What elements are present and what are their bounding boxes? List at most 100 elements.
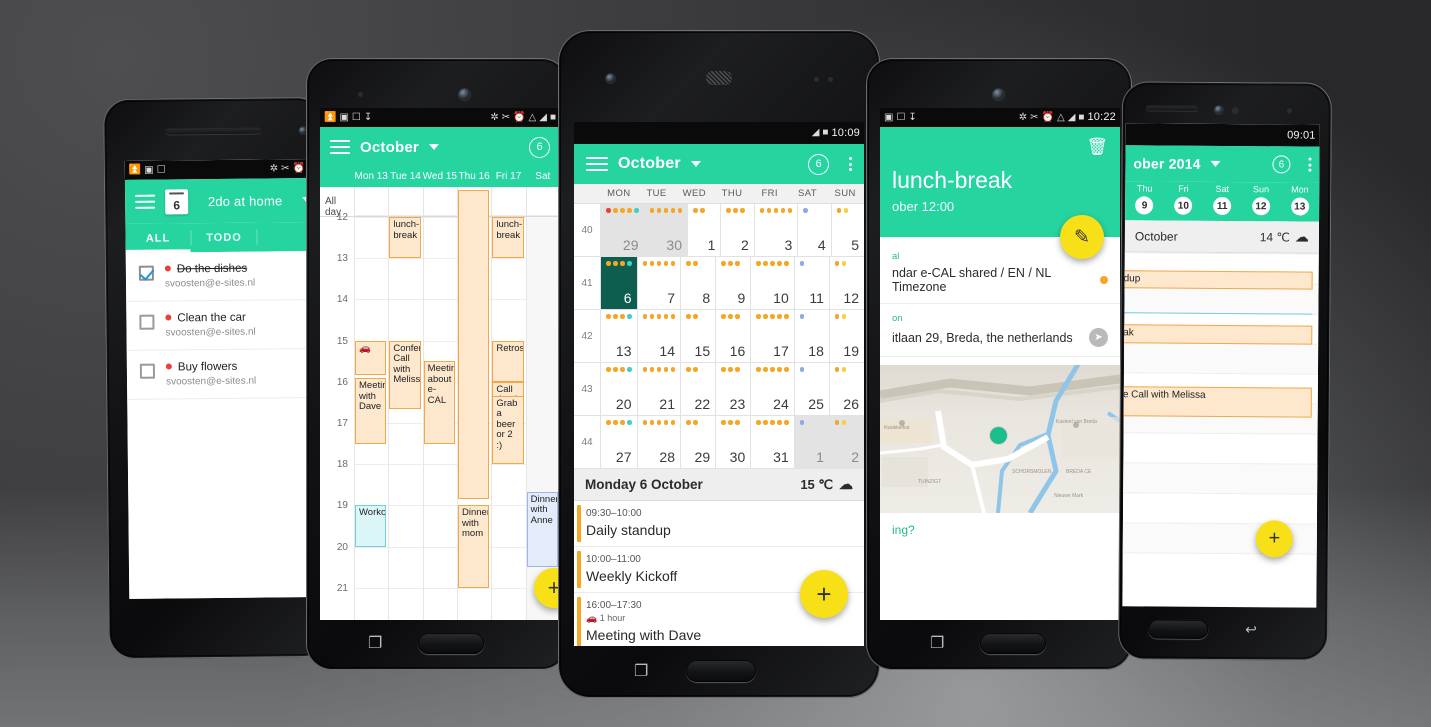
day-event[interactable]: ak — [1122, 324, 1313, 345]
list-item[interactable]: Buy flowers svoosten@e-sites.nl — [126, 348, 325, 400]
month-day-cell[interactable]: 1 — [687, 204, 720, 256]
add-event-fab[interactable]: + — [1255, 520, 1293, 558]
month-day-cell[interactable]: 3 — [753, 204, 798, 256]
month-day-cell[interactable]: 30 — [715, 416, 750, 468]
week-event[interactable]: Retrospective — [492, 340, 524, 382]
week-event[interactable]: Dinner with mom — [458, 505, 490, 588]
month-day-cell[interactable]: 27 — [600, 416, 637, 468]
all-day-row[interactable]: All day — [320, 187, 560, 218]
month-day-cell[interactable]: 26 — [828, 363, 864, 415]
week-day-header[interactable]: Thu 16 — [457, 167, 491, 187]
month-day-cell[interactable]: 11 — [793, 257, 829, 309]
edit-event-fab[interactable]: ✎ — [1060, 215, 1104, 259]
all-day-cell[interactable] — [422, 187, 457, 216]
month-day-cell[interactable]: 4 — [797, 204, 830, 256]
day-event[interactable]: e Call with Melissa — [1122, 386, 1312, 418]
list-item[interactable]: Do the dishes svoosten@e-sites.nl — [125, 250, 324, 302]
location-map[interactable]: Kwakkelhut Kasteel van Breda SCHORSMOLEN… — [880, 361, 1120, 513]
back-nav-icon[interactable]: ↩ — [1245, 621, 1257, 637]
month-day-cell[interactable]: 12 — [828, 257, 864, 309]
month-day-cell[interactable]: 30 — [643, 204, 687, 256]
day-strip-item[interactable]: Thu 9 — [1125, 183, 1164, 215]
week-event[interactable]: Grab a beer or 2 :) — [492, 395, 524, 465]
month-day-cell[interactable]: 18 — [793, 310, 829, 362]
month-day-cell[interactable]: 16 — [715, 310, 750, 362]
week-day-header[interactable]: Sat — [526, 167, 560, 187]
week-event[interactable]: Meeting with Dave — [355, 378, 387, 444]
overflow-menu-icon[interactable] — [849, 157, 852, 171]
day-strip-item[interactable]: Sat 11 — [1203, 184, 1242, 216]
month-day-cell[interactable]: 10 — [750, 257, 794, 309]
checkbox-checked-icon[interactable] — [138, 265, 154, 281]
event-footer-link[interactable]: ing? — [880, 513, 1120, 547]
week-event[interactable]: lunch-break — [492, 217, 524, 259]
month-day-cell[interactable]: 2 — [828, 416, 864, 468]
event-location-row[interactable]: on itlaan 29, Breda, the netherlands ➤ — [880, 304, 1120, 357]
home-button[interactable] — [686, 660, 756, 682]
week-event[interactable] — [458, 189, 490, 499]
week-event[interactable]: 🚗 — [355, 340, 387, 375]
date-badge[interactable]: 6 — [529, 136, 550, 158]
month-day-cell[interactable]: 15 — [680, 310, 715, 362]
list-item[interactable]: 09:30–10:00 Daily standup — [574, 501, 864, 547]
navigate-icon[interactable]: ➤ — [1089, 328, 1108, 347]
date-badge[interactable]: 6 — [1272, 155, 1291, 174]
chevron-down-icon[interactable] — [1210, 160, 1221, 167]
month-day-cell[interactable]: 13 — [600, 310, 637, 362]
menu-icon[interactable] — [330, 136, 350, 158]
menu-icon[interactable] — [586, 153, 608, 175]
menu-icon[interactable] — [135, 191, 156, 213]
month-day-cell[interactable]: 22 — [680, 363, 715, 415]
day-event[interactable]: dup — [1122, 270, 1313, 290]
month-day-cell[interactable]: 24 — [750, 363, 794, 415]
day-strip-item[interactable]: Mon 13 — [1280, 184, 1319, 216]
month-day-cell[interactable]: 9 — [715, 257, 750, 309]
chevron-down-icon[interactable] — [428, 144, 439, 150]
date-badge-icon[interactable]: 6 — [165, 188, 189, 215]
recents-nav-icon[interactable]: ❐ — [368, 636, 382, 652]
week-day-header[interactable]: Tue 14 — [388, 167, 422, 187]
date-badge[interactable]: 6 — [808, 153, 829, 175]
list-item[interactable]: Clean the car svoosten@e-sites.nl — [126, 299, 324, 351]
home-button[interactable] — [980, 633, 1046, 654]
add-event-fab[interactable]: + — [800, 570, 848, 618]
recents-nav-icon[interactable]: ❐ — [930, 636, 944, 652]
month-day-cell[interactable]: 29 — [600, 204, 644, 256]
week-event[interactable]: Conference Call with Meliss — [389, 340, 421, 410]
month-day-cell[interactable]: 6 — [600, 257, 637, 309]
month-day-cell[interactable]: 19 — [828, 310, 864, 362]
all-day-cell[interactable] — [491, 187, 526, 216]
checkbox-icon[interactable] — [139, 363, 156, 379]
month-day-cell[interactable]: 28 — [636, 416, 681, 468]
month-day-cell[interactable]: 25 — [793, 363, 829, 415]
checkbox-icon[interactable] — [139, 314, 155, 330]
month-day-cell[interactable]: 29 — [680, 416, 715, 468]
month-grid[interactable]: 40 29 30 1 2 3 4 5 41 6 7 8 9 10 11 12 42 13 14 15 16 17 18 19 4… — [574, 204, 864, 469]
home-button[interactable] — [1148, 619, 1209, 639]
month-day-cell[interactable]: 5 — [830, 204, 864, 256]
day-strip-item[interactable]: Sun 12 — [1241, 184, 1280, 216]
month-day-cell[interactable]: 17 — [750, 310, 794, 362]
week-event[interactable]: lunch-break — [389, 217, 421, 259]
chevron-down-icon[interactable] — [690, 161, 701, 167]
week-day-header[interactable]: Fri 17 — [491, 167, 525, 187]
week-day-column[interactable] — [388, 217, 422, 620]
tab-todo[interactable]: TODO — [191, 223, 256, 253]
all-day-cell[interactable] — [525, 187, 560, 216]
month-day-cell[interactable]: 1 — [793, 416, 829, 468]
day-strip-item[interactable]: Fri 10 — [1164, 184, 1203, 215]
trash-icon[interactable]: 🗑 — [1086, 137, 1108, 157]
overflow-menu-icon[interactable] — [1308, 157, 1312, 172]
tab-all[interactable]: ALL — [125, 223, 190, 253]
month-day-cell[interactable]: 2 — [720, 204, 753, 256]
week-event[interactable]: Dinner with Anne — [526, 491, 558, 568]
week-grid[interactable]: 12 13 14 15 16 17 18 19 20 21 lunch-break lunch-br… — [320, 189, 560, 620]
month-day-cell[interactable]: 20 — [600, 363, 637, 415]
month-day-cell[interactable]: 14 — [636, 310, 681, 362]
month-day-cell[interactable]: 23 — [715, 363, 750, 415]
week-day-header[interactable]: Mon 13 — [354, 167, 388, 187]
month-day-cell[interactable]: 7 — [636, 257, 681, 309]
recents-nav-icon[interactable]: ❐ — [634, 664, 648, 680]
all-day-cell[interactable] — [388, 187, 423, 216]
week-event[interactable]: Workout — [355, 505, 387, 547]
